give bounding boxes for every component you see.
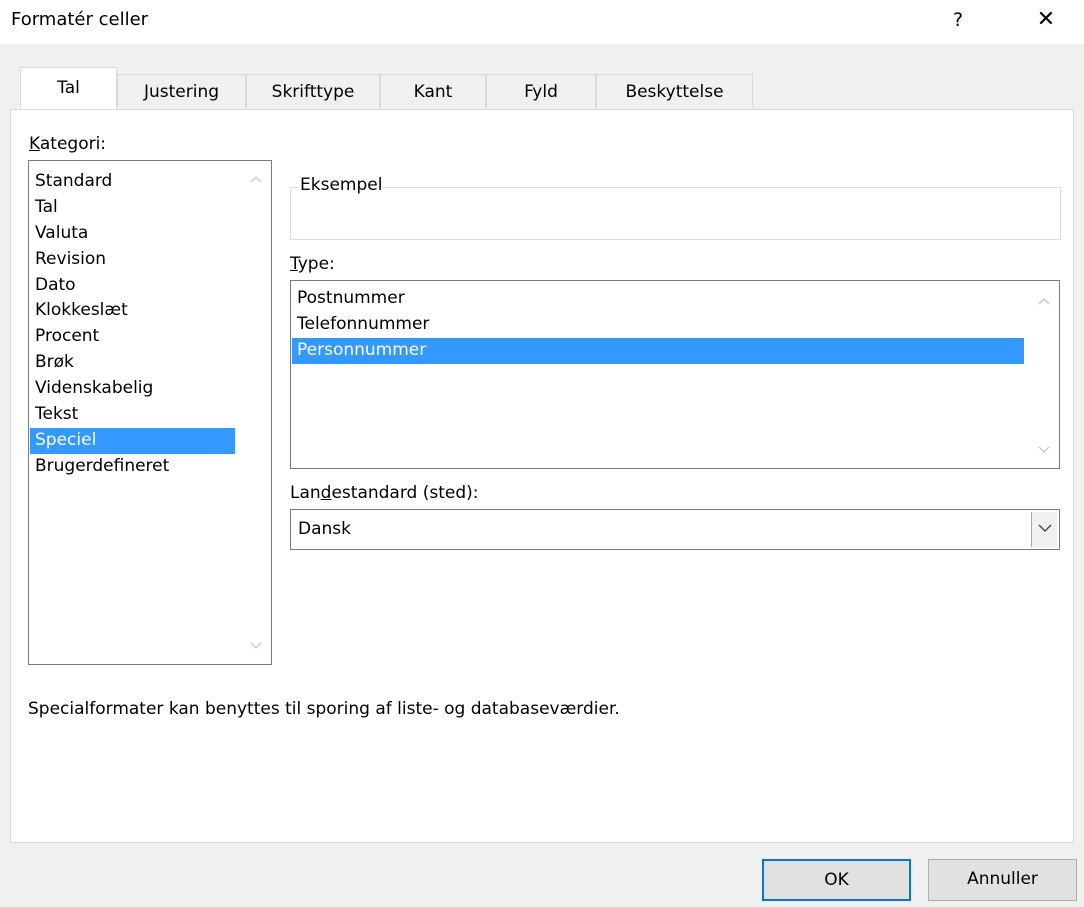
dialog-title: Formatér celler [11,9,149,30]
category-item-klokkeslaet[interactable]: Klokkeslæt [30,298,235,324]
tab-justering[interactable]: Justering [117,74,246,108]
category-item-dato[interactable]: Dato [30,273,235,299]
category-description: Specialformater kan benyttes til sporing… [28,699,620,719]
category-item-brugerdefineret[interactable]: Brugerdefineret [30,454,235,480]
type-scroll-down-icon[interactable] [1035,442,1053,460]
dropdown-chevron-down-icon[interactable] [1031,512,1057,547]
type-scroll-up-icon[interactable] [1035,293,1053,311]
tab-panel-tal: Kategori: Standard Tal Valuta Revision D… [10,109,1074,843]
category-item-tekst[interactable]: Tekst [30,402,235,428]
type-label: Type: [290,254,335,274]
type-item-postnummer[interactable]: Postnummer [292,286,1024,312]
category-listbox[interactable]: Standard Tal Valuta Revision Dato Klokke… [28,160,272,665]
category-item-standard[interactable]: Standard [30,169,235,195]
tab-kant[interactable]: Kant [380,74,486,108]
ok-button[interactable]: OK [762,859,911,901]
locale-label: Landestandard (sted): [290,483,479,503]
example-legend: Eksempel [298,175,385,195]
type-item-personnummer[interactable]: Personnummer [292,337,1024,364]
category-item-tal[interactable]: Tal [30,195,235,221]
category-item-procent[interactable]: Procent [30,324,235,350]
tab-beskyttelse[interactable]: Beskyttelse [596,74,753,108]
locale-label-text: estandard (sted): [331,483,479,503]
type-label-text: ype: [297,254,335,274]
type-listbox[interactable]: Postnummer Telefonnummer Personnummer [290,280,1060,469]
category-scroll-up-icon[interactable] [247,171,265,189]
category-label-text: ategori: [39,134,107,154]
category-item-broek[interactable]: Brøk [30,350,235,376]
locale-label-pre: Lan [290,483,321,503]
tab-fyld[interactable]: Fyld [486,74,596,108]
locale-label-mnemonic: d [320,483,332,503]
example-frame [290,187,1061,240]
category-item-valuta[interactable]: Valuta [30,221,235,247]
close-button[interactable]: ✕ [1028,2,1064,38]
title-bar: Formatér celler ? ✕ [0,0,1084,44]
category-item-revision[interactable]: Revision [30,247,235,273]
tab-skrifttype[interactable]: Skrifttype [246,74,380,108]
category-item-speciel[interactable]: Speciel [30,427,235,454]
locale-value: Dansk [298,519,351,539]
type-label-mnemonic: T [290,254,298,274]
tab-tal[interactable]: Tal [20,67,117,109]
category-label-mnemonic: K [29,134,40,154]
locale-dropdown[interactable]: Dansk [290,509,1060,550]
category-label: Kategori: [29,134,106,154]
cancel-button[interactable]: Annuller [928,859,1077,901]
category-scroll-down-icon[interactable] [247,638,265,656]
type-item-telefonnummer[interactable]: Telefonnummer [292,312,1024,338]
category-item-videnskabelig[interactable]: Videnskabelig [30,376,235,402]
example-group: Eksempel [290,175,1061,240]
help-button[interactable]: ? [940,2,976,38]
